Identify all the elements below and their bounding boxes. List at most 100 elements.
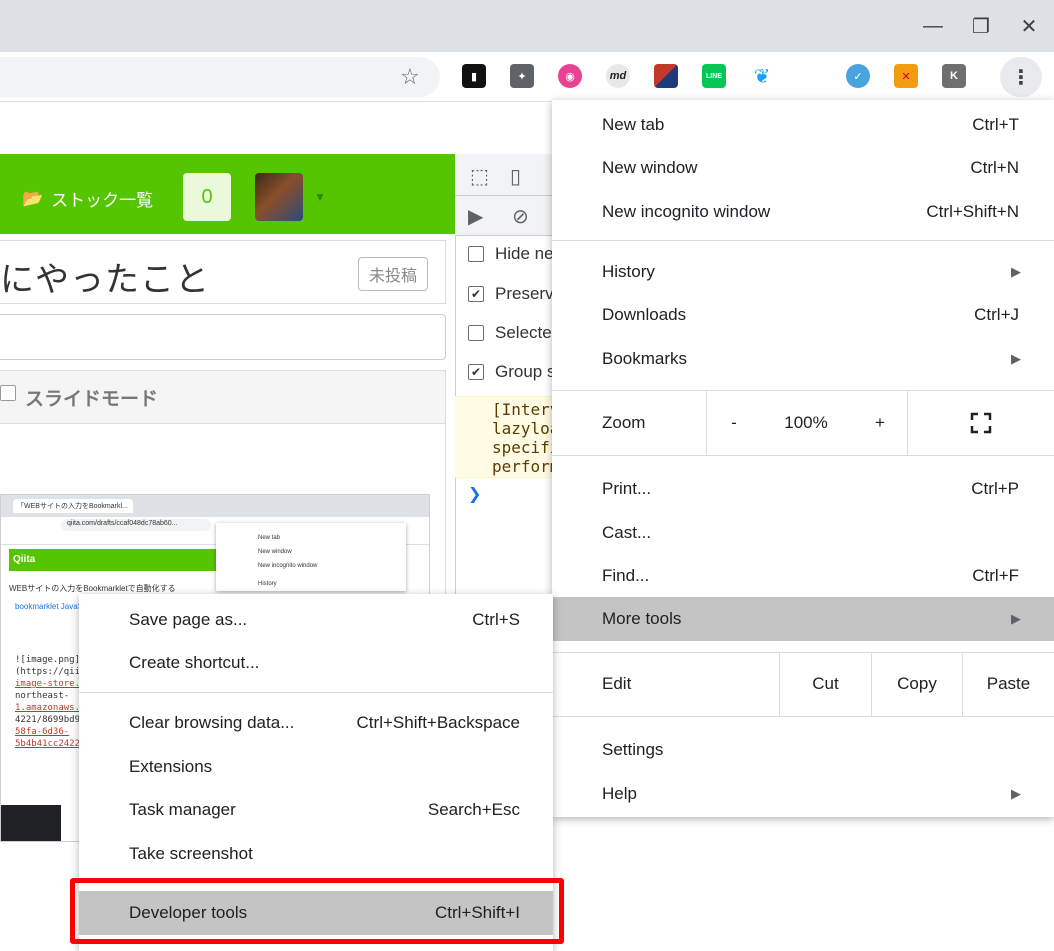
menu-item-shortcut: Ctrl+F: [972, 566, 1019, 585]
device-toggle-icon[interactable]: ▯: [510, 164, 521, 189]
submenu-item-extensions[interactable]: Extensions: [79, 745, 553, 789]
menu-item-label: Bookmarks: [602, 349, 688, 368]
menu-item-cast[interactable]: Cast...: [552, 511, 1054, 555]
image-block-ext-icon[interactable]: ✕: [894, 64, 918, 88]
menu-item-downloads[interactable]: Downloads Ctrl+J: [552, 293, 1054, 337]
hide-network-checkbox[interactable]: [468, 246, 484, 262]
submenu-item-label: Extensions: [129, 757, 213, 776]
preserve-log-checkbox[interactable]: ✔: [468, 286, 484, 302]
menu-item-label: More tools: [602, 609, 682, 628]
menu-item-new-window[interactable]: New window Ctrl+N: [552, 146, 1054, 190]
submenu-item-save-page[interactable]: Save page as... Ctrl+S: [79, 598, 553, 642]
zoom-out-button[interactable]: -: [712, 391, 756, 455]
menu-item-label: New tab: [602, 115, 665, 134]
markdown-ext-icon[interactable]: md: [606, 64, 630, 88]
menu-zoom-row: Zoom - 100% +: [552, 391, 1054, 455]
minimize-button[interactable]: —: [910, 6, 956, 46]
line-ext-icon[interactable]: LINE: [702, 64, 726, 88]
title-bar: [0, 0, 1054, 52]
copy-button[interactable]: Copy: [872, 652, 962, 716]
menu-item-shortcut: Ctrl+Shift+N: [926, 202, 1019, 221]
address-bar[interactable]: [0, 57, 440, 97]
flag-ext-icon[interactable]: [654, 64, 678, 88]
menu-item-shortcut: Ctrl+T: [972, 115, 1019, 134]
menu-item-label: Help: [602, 784, 637, 803]
menu-item-find[interactable]: Find... Ctrl+F: [552, 554, 1054, 598]
submenu-item-create-shortcut[interactable]: Create shortcut...: [79, 641, 553, 685]
submenu-item-clear-data[interactable]: Clear browsing data... Ctrl+Shift+Backsp…: [79, 701, 553, 745]
group-similar-checkbox[interactable]: ✔: [468, 364, 484, 380]
submenu-item-shortcut: Search+Esc: [427, 800, 520, 819]
menu-item-shortcut: Ctrl+P: [971, 479, 1019, 498]
stock-list-button[interactable]: 📂 ストック一覧: [22, 186, 153, 211]
menu-item-new-incognito[interactable]: New incognito window Ctrl+Shift+N: [552, 190, 1054, 234]
fullscreen-icon: [970, 412, 992, 434]
menu-item-more-tools[interactable]: More tools ▶: [552, 597, 1054, 641]
menu-separator: [552, 240, 1054, 241]
stock-count-badge[interactable]: 0: [183, 173, 231, 221]
thumb-menu-new-tab: New tab: [258, 535, 281, 541]
chevron-down-icon[interactable]: ▼: [314, 190, 326, 204]
chrome-menu-button[interactable]: ⋮: [1000, 57, 1042, 97]
menu-item-print[interactable]: Print... Ctrl+P: [552, 467, 1054, 511]
menu-item-bookmarks[interactable]: Bookmarks ▶: [552, 337, 1054, 381]
submenu-item-shortcut: Ctrl+Shift+Backspace: [356, 713, 520, 732]
submenu-item-label: Create shortcut...: [129, 653, 260, 672]
bookmark-star-icon[interactable]: ☆: [400, 64, 420, 90]
menu-item-label: Print...: [602, 479, 652, 498]
submenu-item-label: Take screenshot: [129, 844, 253, 863]
thumb-url: qiita.com/drafts/ccaf048dc78ab60...: [61, 519, 211, 531]
menu-separator: [552, 716, 1054, 717]
thumb-code-line: ![image.png]: [15, 655, 81, 665]
menu-item-label: Cast...: [602, 523, 652, 542]
chevron-right-icon: ▶: [1011, 264, 1021, 279]
thumb-qiita-header: [9, 549, 217, 571]
thumb-menu-incognito: New incognito window: [258, 563, 318, 569]
restore-button[interactable]: ❐: [958, 6, 1004, 46]
menu-item-new-tab[interactable]: New tab Ctrl+T: [552, 103, 1054, 147]
menu-item-label: History: [602, 262, 655, 281]
console-prompt-icon[interactable]: ❯: [468, 484, 481, 504]
submenu-item-screenshot[interactable]: Take screenshot: [79, 832, 553, 876]
menu-item-label: New window: [602, 158, 698, 177]
user-avatar[interactable]: [255, 173, 303, 221]
clear-console-icon[interactable]: ⊘: [512, 204, 529, 229]
menu-item-help[interactable]: Help ▶: [552, 772, 1054, 816]
menu-item-label: Find...: [602, 566, 650, 585]
lightbulb-ext-icon[interactable]: ✦: [510, 64, 534, 88]
zoom-level: 100%: [784, 413, 828, 432]
camera-ext-icon[interactable]: ◉: [558, 64, 582, 88]
inspect-element-icon[interactable]: ⬚: [470, 164, 489, 189]
submenu-item-task-manager[interactable]: Task manager Search+Esc: [79, 788, 553, 832]
menu-item-label: New incognito window: [602, 202, 771, 221]
bookmark-ext-icon[interactable]: ▮: [462, 64, 486, 88]
fullscreen-button[interactable]: [908, 391, 1054, 455]
tags-input[interactable]: [0, 314, 446, 360]
close-button[interactable]: ✕: [1006, 6, 1052, 46]
paste-button[interactable]: Paste: [963, 652, 1054, 716]
verified-ext-icon[interactable]: ✓: [846, 64, 870, 88]
zoom-label: Zoom: [602, 413, 646, 432]
thumb-title: WEBサイトの入力をBookmarkletで自動化する: [9, 584, 176, 593]
menu-item-label: Downloads: [602, 305, 687, 324]
thumb-code-line: northeast-: [15, 691, 70, 701]
menu-item-history[interactable]: History ▶: [552, 250, 1054, 294]
selected-context-checkbox[interactable]: [468, 325, 484, 341]
chevron-right-icon: ▶: [1011, 351, 1021, 366]
zoom-in-button[interactable]: +: [858, 391, 902, 455]
submenu-item-label: Save page as...: [129, 610, 248, 629]
thumb-code-line: 58fa-6d36-: [15, 727, 70, 737]
menu-item-settings[interactable]: Settings: [552, 728, 1054, 772]
slide-mode-checkbox[interactable]: [0, 385, 16, 401]
thumb-logo: Qiita: [13, 554, 36, 565]
cut-button[interactable]: Cut: [780, 652, 871, 716]
browser-window: — ❐ ✕ ☆ ▮ ✦ ◉ md LINE ❦ ✓ ✕ K ⋮ 📂 ストック一覧…: [0, 0, 1054, 951]
sidebar-toggle-icon[interactable]: ▶: [468, 204, 483, 229]
k-ext-icon[interactable]: K: [942, 64, 966, 88]
unposted-badge: 未投稿: [358, 257, 428, 291]
chrome-main-menu: New tab Ctrl+T New window Ctrl+N New inc…: [552, 100, 1054, 817]
thumb-taskbar: [1, 805, 61, 841]
twitter-ext-icon[interactable]: ❦: [750, 64, 774, 88]
highlight-annotation: [70, 878, 564, 944]
menu-separator: [552, 455, 1054, 456]
